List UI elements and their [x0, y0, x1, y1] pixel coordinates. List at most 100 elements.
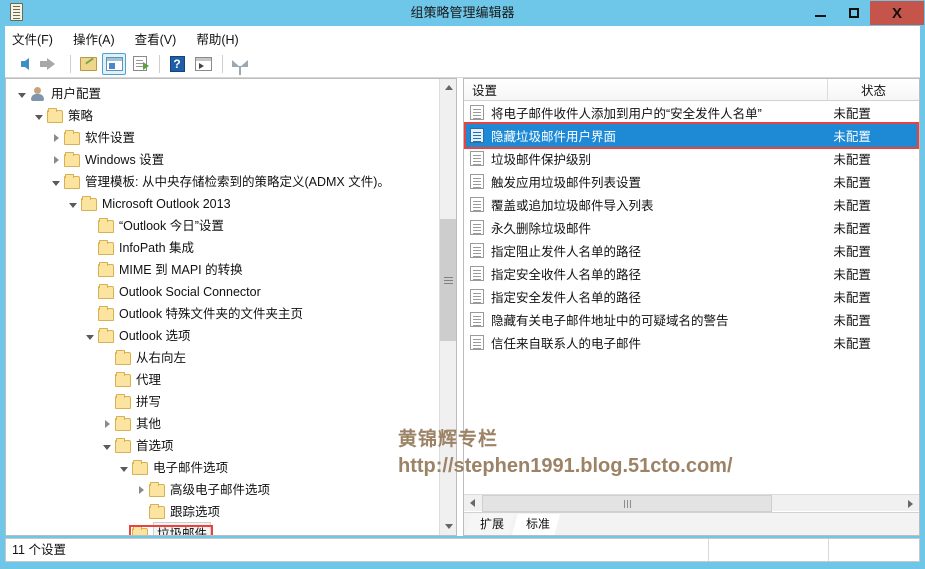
toolbar-show-tree-button[interactable] [102, 52, 126, 75]
tree-node[interactable]: MIME 到 MAPI 的转换 [6, 259, 441, 281]
scroll-left-button[interactable] [464, 495, 481, 512]
list-horizontal-scrollbar[interactable] [464, 494, 919, 512]
table-row[interactable]: 信任来自联系人的电子邮件 未配置 [464, 331, 919, 354]
minimize-button[interactable] [804, 1, 837, 25]
toolbar-separator [70, 54, 71, 73]
tree-node[interactable]: 用户配置 [6, 83, 441, 105]
menu-help[interactable]: 帮助(H) [196, 27, 249, 50]
tree-node[interactable]: 代理 [6, 369, 441, 391]
scroll-up-button[interactable] [440, 79, 456, 96]
tree-vertical-scrollbar[interactable] [439, 79, 456, 535]
tree-node[interactable]: Outlook Social Connector [6, 281, 441, 303]
tree-node-label: InfoPath 集成 [119, 241, 195, 255]
tree-node[interactable]: 其他 [6, 413, 441, 435]
toolbar-forward-button[interactable] [39, 53, 63, 75]
setting-name: 将电子邮件收件人添加到用户的“安全发件人名单” [491, 107, 762, 121]
setting-name: 隐藏垃圾邮件用户界面 [491, 130, 617, 144]
tree-node-label: “Outlook 今日”设置 [119, 219, 224, 233]
tree-node-label: 管理模板: 从中央存储检索到的策略定义(ADMX 文件)。 [85, 175, 390, 189]
tree-node[interactable]: 管理模板: 从中央存储检索到的策略定义(ADMX 文件)。 [6, 171, 441, 193]
maximize-button[interactable] [837, 1, 870, 25]
table-row[interactable]: 覆盖或追加垃圾邮件导入列表 未配置 [464, 193, 919, 216]
menu-action[interactable]: 操作(A) [73, 27, 126, 50]
tab-extended[interactable]: 扩展 [466, 514, 515, 535]
setting-state: 未配置 [833, 153, 871, 167]
folder-icon [64, 129, 80, 145]
tree-node[interactable]: Outlook 特殊文件夹的文件夹主页 [6, 303, 441, 325]
table-row[interactable]: 指定阻止发件人名单的路径 未配置 [464, 239, 919, 262]
expand-arrow-icon[interactable] [99, 413, 115, 435]
column-header-state[interactable]: 状态 [828, 79, 919, 100]
policy-setting-icon [470, 243, 484, 258]
table-row[interactable]: 触发应用垃圾邮件列表设置 未配置 [464, 170, 919, 193]
collapse-arrow-icon[interactable] [82, 325, 98, 347]
tree-node[interactable]: 首选项 [6, 435, 441, 457]
folder-icon [149, 481, 165, 497]
tree-node[interactable]: 策略 [6, 105, 441, 127]
toolbar-help-button[interactable]: ? [165, 53, 189, 75]
menu-view[interactable]: 查看(V) [135, 27, 188, 50]
toolbar-back-button[interactable] [13, 53, 37, 75]
folder-icon [132, 525, 148, 535]
collapse-arrow-icon[interactable] [14, 83, 30, 105]
setting-state: 未配置 [833, 107, 871, 121]
table-row[interactable]: 指定安全收件人名单的路径 未配置 [464, 262, 919, 285]
table-row[interactable]: 指定安全发件人名单的路径 未配置 [464, 285, 919, 308]
collapse-arrow-icon[interactable] [65, 193, 81, 215]
toolbar-filter-button[interactable] [228, 53, 252, 75]
folder-icon [115, 393, 131, 409]
folder-icon [115, 349, 131, 365]
up-folder-icon [79, 56, 97, 71]
tree-node[interactable]: 垃圾邮件 [6, 522, 441, 535]
tree-node[interactable]: InfoPath 集成 [6, 237, 441, 259]
setting-state: 未配置 [833, 245, 871, 259]
tree-node[interactable]: Microsoft Outlook 2013 [6, 193, 441, 215]
setting-state: 未配置 [833, 176, 871, 190]
expand-arrow-icon[interactable] [48, 149, 64, 171]
table-row[interactable]: 隐藏垃圾邮件用户界面 未配置 [464, 124, 919, 147]
toolbar: ? [5, 50, 920, 78]
tree-node[interactable]: 拼写 [6, 391, 441, 413]
table-row[interactable]: 垃圾邮件保护级别 未配置 [464, 147, 919, 170]
tree-node[interactable]: 电子邮件选项 [6, 457, 441, 479]
tree-node[interactable]: Outlook 选项 [6, 325, 441, 347]
setting-name: 覆盖或追加垃圾邮件导入列表 [491, 199, 654, 213]
toolbar-run-button[interactable] [191, 53, 215, 75]
collapse-arrow-icon[interactable] [116, 457, 132, 479]
scroll-right-button[interactable] [902, 495, 919, 512]
collapse-arrow-icon[interactable] [31, 105, 47, 127]
status-text: 11 个设置 [6, 539, 709, 561]
policy-setting-icon [470, 289, 484, 304]
minimize-icon [815, 14, 826, 17]
policy-setting-icon [470, 312, 484, 327]
scrollbar-thumb[interactable] [440, 219, 456, 341]
folder-icon [98, 261, 114, 277]
table-row[interactable]: 永久删除垃圾邮件 未配置 [464, 216, 919, 239]
menu-file[interactable]: 文件(F) [12, 27, 64, 50]
table-row[interactable]: 将电子邮件收件人添加到用户的“安全发件人名单” 未配置 [464, 101, 919, 124]
settings-list: 将电子邮件收件人添加到用户的“安全发件人名单” 未配置 隐藏垃圾邮件用户界面 未配置垃… [464, 101, 919, 513]
tree-node[interactable]: 从右向左 [6, 347, 441, 369]
tab-standard[interactable]: 标准 [512, 514, 561, 535]
expand-arrow-icon[interactable] [48, 127, 64, 149]
table-row[interactable]: 隐藏有关电子邮件地址中的可疑域名的警告 未配置 [464, 308, 919, 331]
tree-node[interactable]: 跟踪选项 [6, 501, 441, 523]
toolbar-export-button[interactable] [128, 53, 152, 75]
tree-node-label: Outlook Social Connector [119, 285, 261, 299]
close-button[interactable]: X [870, 1, 924, 25]
column-header-setting[interactable]: 设置 [464, 79, 828, 100]
tree-node[interactable]: “Outlook 今日”设置 [6, 215, 441, 237]
tree-node[interactable]: 软件设置 [6, 127, 441, 149]
tree-node[interactable]: Windows 设置 [6, 149, 441, 171]
toolbar-up-folder-button[interactable] [76, 53, 100, 75]
expand-arrow-icon[interactable] [133, 479, 149, 501]
collapse-arrow-icon[interactable] [48, 171, 64, 193]
hscrollbar-thumb[interactable] [482, 495, 772, 512]
tree-node[interactable]: 高级电子邮件选项 [6, 479, 441, 501]
collapse-arrow-icon[interactable] [99, 435, 115, 457]
scroll-down-button[interactable] [440, 518, 456, 535]
